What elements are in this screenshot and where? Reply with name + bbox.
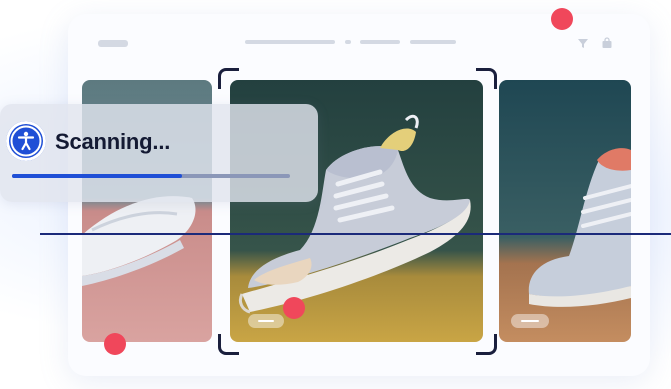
selection-bracket-bottom-left	[218, 334, 239, 355]
marker-dot-bottom[interactable]	[104, 333, 126, 355]
nav-placeholder-1[interactable]	[245, 40, 335, 44]
scanning-status-text: Scanning...	[55, 129, 171, 154]
nav-placeholder-4[interactable]	[410, 40, 456, 44]
selection-bracket-top-left	[218, 68, 239, 89]
marker-dot-center[interactable]	[283, 297, 305, 319]
nav-placeholder-3[interactable]	[360, 40, 400, 44]
marker-dot-top[interactable]	[551, 8, 573, 30]
logo-placeholder	[98, 40, 128, 47]
scan-line	[40, 233, 671, 235]
product-card-right[interactable]	[499, 80, 631, 342]
nav-placeholder-2[interactable]	[345, 40, 351, 44]
selection-bracket-bottom-right	[476, 334, 497, 355]
shopping-bag-icon[interactable]	[600, 36, 614, 50]
product-tag-center	[248, 314, 284, 328]
product-image-right	[499, 80, 631, 342]
filter-icon[interactable]	[576, 36, 590, 50]
scan-progress-bar	[12, 174, 290, 178]
scanning-panel: Scanning...	[0, 104, 318, 202]
accessibility-icon[interactable]	[6, 121, 46, 161]
selection-bracket-top-right	[476, 68, 497, 89]
product-tag-right	[511, 314, 549, 328]
scan-progress-fill	[12, 174, 182, 178]
